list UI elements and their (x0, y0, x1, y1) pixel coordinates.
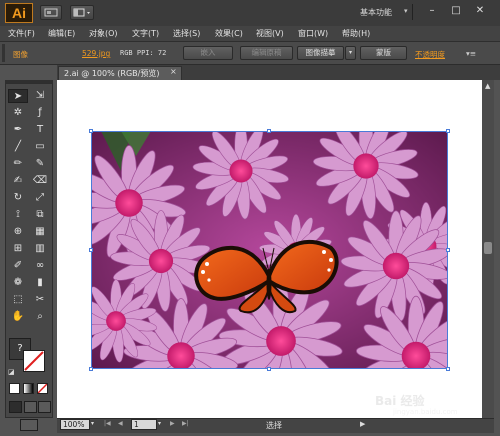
zoom-tool-icon[interactable]: ⌕ (30, 310, 50, 324)
maximize-icon[interactable]: □ (448, 4, 464, 18)
rectangle-tool-icon[interactable]: ▭ (30, 140, 50, 154)
direct-selection-tool-icon[interactable]: ⇲ (30, 89, 50, 103)
hand-tool-icon[interactable]: ✋ (8, 310, 28, 324)
symbol-sprayer-tool-icon[interactable]: ❁ (8, 276, 28, 290)
embed-button[interactable]: 嵌入 (183, 46, 233, 60)
app-logo: Ai (5, 3, 33, 23)
eraser-tool-icon[interactable]: ⌫ (30, 174, 50, 188)
menu-help[interactable]: 帮助(H) (342, 28, 370, 39)
column-graph-tool-icon[interactable]: ▮ (30, 276, 50, 290)
current-tool-status[interactable]: 选择 (266, 420, 282, 431)
menu-file[interactable]: 文件(F) (8, 28, 35, 39)
lasso-tool-icon[interactable]: ƒ (30, 106, 50, 120)
pen-tool-icon[interactable]: ✒ (8, 123, 28, 137)
none-mode-button[interactable] (37, 383, 48, 394)
image-trace-dropdown[interactable]: ▾ (345, 46, 356, 60)
chevron-down-icon: ▾ (348, 49, 352, 56)
resize-handle[interactable] (267, 129, 271, 133)
object-type-label: 图像 (13, 50, 28, 59)
screen-mode-button[interactable] (20, 419, 38, 431)
last-artboard-icon[interactable]: ▶| (182, 420, 189, 427)
document-tab-title: 2.ai @ 100% (RGB/预览) (64, 69, 160, 78)
paintbrush-tool-icon[interactable]: ✏ (8, 157, 28, 171)
close-icon[interactable]: ✕ (472, 4, 488, 18)
chevron-down-icon[interactable]: ▾ (91, 420, 94, 427)
gradient-mode-button[interactable] (23, 383, 34, 394)
draw-normal-button[interactable] (9, 401, 22, 413)
artboard-number-field[interactable]: 1 (131, 419, 157, 430)
mesh-tool-icon[interactable]: ⊞ (8, 242, 28, 256)
chevron-down-icon[interactable]: ▾ (404, 7, 408, 15)
resize-handle[interactable] (446, 248, 450, 252)
bridge-icon (44, 8, 58, 17)
fill-stroke-widget: ? ◪ (8, 338, 49, 378)
resize-handle[interactable] (267, 367, 271, 371)
artboard-tool-icon[interactable]: ⬚ (8, 293, 28, 307)
magic-wand-tool-icon[interactable]: ✲ (8, 106, 28, 120)
status-menu-icon[interactable]: ▶ (360, 420, 365, 428)
color-info: RGB PPI: 72 (120, 49, 167, 57)
width-tool-icon[interactable]: ⟟ (8, 208, 28, 222)
workspace-switcher[interactable]: 基本功能 (360, 7, 392, 18)
draw-inside-button[interactable] (38, 401, 51, 413)
previous-artboard-icon[interactable]: ◀ (118, 420, 123, 427)
menu-type[interactable]: 文字(T) (132, 28, 159, 39)
opacity-link[interactable]: 不透明度 (415, 49, 445, 60)
scrollbar-thumb[interactable] (484, 242, 492, 254)
minimize-icon[interactable]: – (424, 4, 440, 18)
perspective-grid-tool-icon[interactable]: ▦ (30, 225, 50, 239)
resize-handle[interactable] (89, 129, 93, 133)
shape-builder-tool-icon[interactable]: ⊕ (8, 225, 28, 239)
draw-behind-button[interactable] (24, 401, 37, 413)
stroke-swatch[interactable] (23, 350, 45, 372)
gradient-tool-icon[interactable]: ▥ (30, 242, 50, 256)
resize-handle[interactable] (89, 367, 93, 371)
type-tool-icon[interactable]: T (30, 123, 50, 137)
linked-file-link[interactable]: 529.jpg (82, 49, 110, 58)
menu-edit[interactable]: 编辑(E) (48, 28, 75, 39)
menu-effect[interactable]: 效果(C) (215, 28, 243, 39)
control-bar-grip[interactable] (2, 44, 5, 62)
pencil-tool-icon[interactable]: ✎ (30, 157, 50, 171)
slice-tool-icon[interactable]: ✂ (30, 293, 50, 307)
rotate-tool-icon[interactable]: ↻ (8, 191, 28, 205)
divider (412, 4, 413, 20)
chevron-down-icon[interactable]: ▾ (158, 420, 161, 427)
none-icon (37, 383, 48, 394)
scroll-up-icon[interactable]: ▲ (485, 82, 490, 90)
watermark-url: jingyan.baidu.com (393, 408, 458, 416)
scale-tool-icon[interactable]: ⤢ (30, 191, 50, 205)
arrange-documents-icon (73, 8, 90, 17)
menu-view[interactable]: 视图(V) (256, 28, 284, 39)
free-transform-tool-icon[interactable]: ⧉ (30, 208, 50, 222)
blend-tool-icon[interactable]: ∞ (30, 259, 50, 273)
control-panel-menu-icon[interactable]: ▾≡ (466, 49, 476, 58)
blob-brush-tool-icon[interactable]: ✍ (8, 174, 28, 188)
default-colors-icon[interactable]: ◪ (8, 368, 15, 376)
zoom-field[interactable]: 100% (60, 419, 90, 430)
color-mode-button[interactable] (9, 383, 20, 394)
edit-original-button[interactable]: 编辑原稿 (240, 46, 293, 60)
next-artboard-icon[interactable]: ▶ (170, 420, 175, 427)
menu-select[interactable]: 选择(S) (173, 28, 200, 39)
eyedropper-tool-icon[interactable]: ✐ (8, 259, 28, 273)
resize-handle[interactable] (446, 367, 450, 371)
line-tool-icon[interactable]: ╱ (8, 140, 28, 154)
resize-handle[interactable] (89, 248, 93, 252)
menu-window[interactable]: 窗口(W) (298, 28, 328, 39)
bridge-button[interactable] (40, 5, 62, 20)
none-color-icon (24, 351, 44, 371)
resize-handle[interactable] (446, 129, 450, 133)
menu-object[interactable]: 对象(O) (89, 28, 118, 39)
watermark: Bai 经验 (375, 394, 425, 408)
mask-button[interactable]: 蒙版 (360, 46, 407, 60)
selection-tool-icon[interactable]: ➤ (8, 89, 28, 103)
image-trace-button[interactable]: 图像描摹 (297, 46, 344, 60)
close-tab-icon[interactable]: × (170, 67, 177, 76)
selection-bounding-box (91, 131, 448, 369)
arrange-documents-button[interactable] (70, 5, 94, 20)
first-artboard-icon[interactable]: |◀ (104, 420, 111, 427)
